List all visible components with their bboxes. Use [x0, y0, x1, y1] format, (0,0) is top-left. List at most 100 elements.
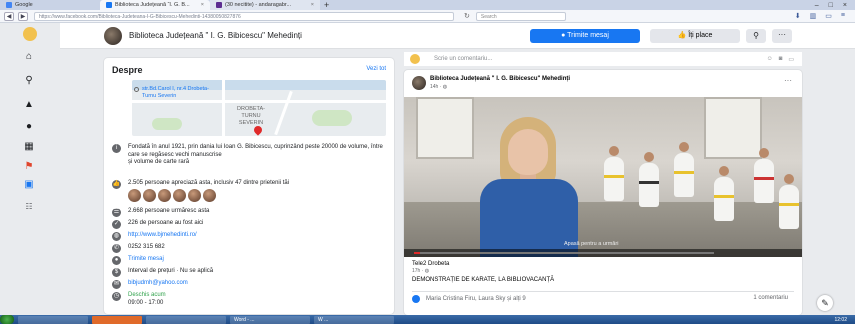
send-message-link[interactable]: Trimite mesaj: [128, 256, 164, 264]
like-reaction-icon: [412, 295, 420, 303]
see-all-link[interactable]: Vezi tot: [366, 66, 386, 72]
video-source-time: 17h · ◍: [412, 268, 430, 274]
flag-icon[interactable]: ⚑: [23, 161, 35, 173]
price-tag-icon: $: [112, 268, 121, 277]
likes-row: 👍 2.505 persoane apreciază asta, inclusi…: [112, 180, 384, 189]
globe-icon: ◍: [442, 84, 448, 90]
back-button[interactable]: ◀: [4, 11, 14, 21]
camera-icon[interactable]: ◙: [779, 56, 783, 63]
messenger-icon: ●: [112, 256, 121, 265]
gif-icon[interactable]: ▭: [788, 56, 794, 63]
page-title[interactable]: Biblioteca Județeană " I. G. Bibicescu" …: [129, 31, 302, 40]
taskbar-item[interactable]: W ...: [314, 315, 394, 324]
post-more-icon[interactable]: ···: [784, 76, 792, 85]
new-message-button[interactable]: ✎: [817, 295, 833, 311]
about-description: Fondată în anul 1921, prin dania lui Ioa…: [128, 144, 383, 165]
address-bar[interactable]: https://www.facebook.com/Biblioteca-Jude…: [34, 11, 454, 21]
browser-tab-google[interactable]: Google: [0, 0, 100, 10]
comments-count[interactable]: 1 comentariu: [753, 295, 788, 301]
reload-icon[interactable]: ↻: [464, 12, 470, 20]
thumbs-up-icon: 👍: [677, 32, 689, 39]
page-search-button[interactable]: ⚲: [746, 29, 766, 43]
taskbar-item[interactable]: [92, 315, 142, 324]
phone-icon: ✆: [112, 244, 121, 253]
minimize-icon[interactable]: –: [815, 2, 819, 9]
close-window-icon[interactable]: ×: [843, 2, 847, 9]
home-icon[interactable]: ⌂: [23, 51, 35, 63]
avatar[interactable]: [143, 189, 156, 202]
likes-text[interactable]: 2.505 persoane apreciază asta, inclusiv …: [128, 180, 289, 188]
like-label: Îți place: [688, 32, 713, 39]
email-link[interactable]: bibjudmh@yahoo.com: [128, 280, 188, 288]
reactions-text: Maria Cristina Firu, Laura Sky și alți 9: [426, 296, 526, 302]
location-map[interactable]: str.Bd.Carol I, nr.4 Drobeta- Turnu Seve…: [132, 80, 386, 136]
checkins-text: 226 de persoane au fost aici: [128, 220, 204, 226]
browser-toolbar: ◀ ▶ https://www.facebook.com/Biblioteca-…: [0, 10, 855, 23]
menu-icon[interactable]: ≡: [841, 12, 845, 20]
taskbar-item[interactable]: [18, 315, 88, 324]
checkins-row: ✓ 226 de persoane au fost aici: [112, 220, 203, 229]
message-row: ● Trimite mesaj: [112, 256, 164, 265]
more-options-button[interactable]: ···: [772, 29, 792, 43]
avatar[interactable]: [173, 189, 186, 202]
post-author[interactable]: Biblioteca Județeană " I. G. Bibicescu" …: [430, 76, 570, 82]
messenger-icon[interactable]: ●: [23, 121, 35, 133]
comment-input[interactable]: Scrie un comentariu...: [434, 56, 492, 62]
taskbar-item[interactable]: Word - ...: [230, 315, 310, 324]
divider: [412, 291, 794, 292]
map-address[interactable]: str.Bd.Carol I, nr.4 Drobeta- Turnu Seve…: [142, 86, 209, 100]
sidebar-icon[interactable]: ▭: [825, 12, 832, 20]
about-description-row: i Fondată în anul 1921, prin dania lui I…: [112, 144, 384, 167]
post-timestamp: 14h · ◍: [430, 84, 448, 90]
search-icon[interactable]: ⚲: [23, 75, 35, 87]
new-tab-button[interactable]: +: [320, 0, 333, 10]
open-now-status[interactable]: Deschis acum: [128, 292, 166, 300]
rss-icon: ☰: [112, 208, 121, 217]
video-post: Biblioteca Județeană " I. G. Bibicescu" …: [404, 70, 802, 315]
avatar[interactable]: [188, 189, 201, 202]
start-button[interactable]: [0, 315, 14, 324]
video-source[interactable]: Tele2 Drobeta: [412, 261, 449, 267]
avatar: [410, 54, 420, 64]
profile-avatar[interactable]: [23, 27, 37, 41]
info-icon: i: [112, 144, 121, 153]
checkin-icon: ✓: [112, 220, 121, 229]
watch-icon[interactable]: ▣: [23, 179, 35, 191]
system-clock: 12:02: [834, 316, 847, 323]
send-message-button[interactable]: ● Trimite mesaj: [530, 29, 640, 43]
avatar[interactable]: [128, 189, 141, 202]
browser-tab-biblioteca[interactable]: Biblioteca Județeană “I. G. B... ×: [100, 0, 210, 10]
browser-tab-strip: Google Biblioteca Județeană “I. G. B... …: [0, 0, 855, 10]
notifications-icon[interactable]: ▲: [23, 99, 35, 111]
avatar[interactable]: [203, 189, 216, 202]
forward-button[interactable]: ▶: [18, 11, 28, 21]
download-icon[interactable]: ⬇: [795, 12, 801, 20]
website-link[interactable]: http://www.bjmehedinti.ro/: [128, 232, 197, 240]
map-city-label: DROBETA- TURNU SEVERIN: [237, 106, 266, 126]
groups-icon[interactable]: ☷: [23, 201, 35, 213]
like-page-button[interactable]: 👍 Îți place: [650, 29, 740, 43]
close-tab-icon[interactable]: ×: [311, 2, 314, 8]
email-row: ✉ bibjudmh@yahoo.com: [112, 280, 188, 289]
video-progress-bar[interactable]: [414, 252, 714, 254]
emoji-icon[interactable]: ☺: [767, 56, 773, 63]
friend-avatars: [128, 189, 216, 202]
close-tab-icon[interactable]: ×: [201, 2, 204, 8]
post-title: DEMONSTRAȚIE DE KARATE, LA BIBLIOVACANȚĂ: [412, 277, 555, 283]
video-player[interactable]: Apasă pentru a urmări: [404, 97, 802, 257]
tab-label: (30 necitite) - andaragabr...: [225, 2, 292, 8]
reactions-summary[interactable]: Maria Cristina Firu, Laura Sky și alți 9: [412, 295, 526, 303]
avatar[interactable]: [158, 189, 171, 202]
avatar[interactable]: [412, 76, 426, 90]
about-heading: Despre: [112, 65, 143, 75]
browser-tab-mail[interactable]: (30 necitite) - andaragabr... ×: [210, 0, 320, 10]
page-header: Biblioteca Județeană " I. G. Bibicescu" …: [60, 23, 855, 49]
library-icon[interactable]: ▥: [810, 12, 817, 20]
comment-composer: Scrie un comentariu... ☺ ◙ ▭: [404, 52, 802, 66]
page-avatar[interactable]: [104, 26, 122, 45]
taskbar-item[interactable]: [146, 315, 226, 324]
maximize-icon[interactable]: □: [829, 2, 833, 9]
menu-grid-icon[interactable]: ▦: [23, 141, 35, 153]
phone-number: 0252 315 682: [128, 244, 165, 250]
browser-search-input[interactable]: Search: [475, 11, 566, 21]
